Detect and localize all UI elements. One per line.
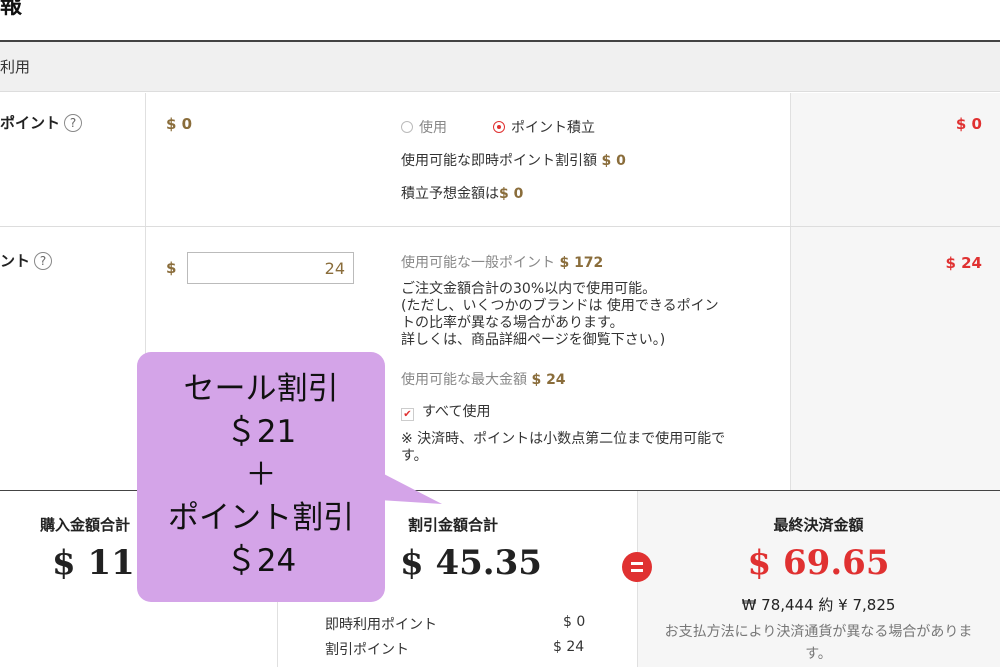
purchase-total-label: 購入金額合計 — [40, 516, 131, 534]
currency-note: お支払方法により決済通貨が異なる場合がありま す。 — [664, 624, 973, 662]
instant-point-label: ポイント ? — [0, 112, 83, 133]
instant-point-summary-label: 即時利用ポイント — [325, 617, 437, 633]
decimal-note: ※ 決済時、ポイントは小数点第二位まで使用可能で す。 — [401, 431, 726, 464]
radio-selected-icon[interactable] — [493, 121, 505, 133]
discount-total-value: $ 45.35 — [400, 543, 542, 583]
section-label: 利用 — [0, 58, 31, 76]
section-bar — [0, 42, 1000, 92]
currency-symbol: $ — [166, 259, 177, 277]
instant-available: 使用可能な即時ポイント割引額 $ 0 — [401, 153, 626, 169]
callout-tail — [380, 472, 442, 504]
help-icon[interactable]: ? — [34, 251, 53, 270]
final-amount-label: 最終決済金額 — [773, 516, 864, 534]
page-title: 報 — [0, 0, 23, 19]
general-point-result: $ 24 — [945, 254, 982, 272]
instant-point-summary-value: $ 0 — [563, 614, 586, 630]
discount-point-summary-value: $ 24 — [553, 639, 585, 655]
final-amount-value: $ 69.65 — [747, 543, 890, 583]
callout-bubble: セール割引 ＄21 ＋ ポイント割引 ＄24 — [137, 352, 385, 602]
general-available: 使用可能な一般ポイント $ 172 — [401, 255, 604, 271]
result-column — [790, 93, 1000, 490]
radio-save-points[interactable]: ポイント積立 — [493, 117, 595, 137]
expected-saving: 積立予想金額は$ 0 — [401, 186, 524, 202]
instant-point-result: $ 0 — [955, 115, 982, 133]
discount-point-summary-label: 割引ポイント — [325, 642, 409, 658]
final-amount-converted: ₩ 78,444 約 ¥ 7,825 — [741, 596, 896, 614]
radio-icon[interactable] — [401, 121, 413, 133]
use-all-checkbox[interactable]: ✔ すべて使用 — [401, 401, 490, 421]
discount-total-label: 割引金額合計 — [408, 516, 499, 534]
radio-use[interactable]: 使用 — [401, 117, 447, 137]
general-point-input[interactable] — [187, 252, 354, 284]
checkmark-icon[interactable]: ✔ — [401, 408, 414, 421]
column-divider — [790, 93, 791, 490]
instant-point-amount: $ 0 — [166, 115, 193, 133]
help-icon[interactable]: ? — [64, 113, 83, 132]
max-amount: 使用可能な最大金額 $ 24 — [401, 372, 566, 388]
row-divider — [0, 226, 1000, 227]
usage-note: ご注文金額合計の30%以内で使用可能。 (ただし、いくつかのブランドは 使用でき… — [401, 281, 719, 348]
general-point-label: ント ? — [0, 250, 53, 271]
